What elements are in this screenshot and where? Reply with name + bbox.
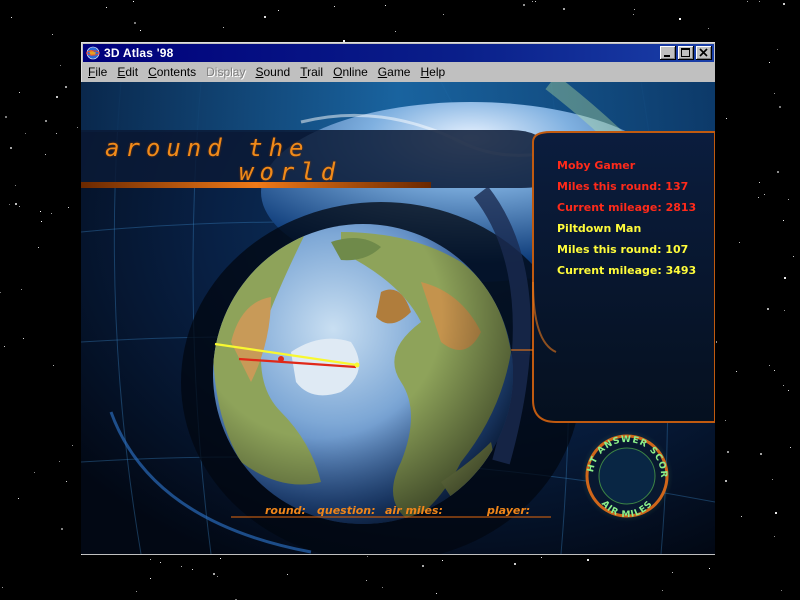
globe[interactable]	[213, 222, 513, 524]
maximize-button[interactable]	[678, 46, 694, 60]
title-bar[interactable]: 3D Atlas '98	[83, 44, 714, 62]
player2-current-mileage: Current mileage: 3493	[557, 264, 697, 277]
menu-game[interactable]: Game	[373, 63, 416, 82]
minimize-button[interactable]	[660, 46, 676, 60]
air-miles-label: air miles:	[385, 504, 443, 517]
menu-trail[interactable]: Trail	[295, 63, 328, 82]
question-label: question:	[317, 504, 376, 517]
globe-app-icon	[86, 46, 100, 60]
close-icon	[699, 48, 708, 57]
menu-bar: File Edit Contents Display Sound Trail O…	[83, 63, 714, 82]
menu-sound[interactable]: Sound	[250, 63, 295, 82]
player2-name: Piltdown Man	[557, 222, 642, 235]
player1-miles-round: Miles this round: 137	[557, 180, 689, 193]
menu-file[interactable]: File	[83, 63, 112, 82]
maximize-icon	[681, 48, 690, 57]
round-label: round:	[265, 504, 306, 517]
menu-help[interactable]: Help	[415, 63, 450, 82]
window-title: 3D Atlas '98	[104, 46, 174, 60]
game-area: RIGHT ANSWER SCORES AIR MILES around the…	[81, 82, 715, 554]
menu-display[interactable]: Display	[201, 63, 250, 82]
player1-current-mileage: Current mileage: 2813	[557, 201, 697, 214]
player2-miles-round: Miles this round: 107	[557, 243, 689, 256]
menu-online[interactable]: Online	[328, 63, 373, 82]
game-title-line2: world	[239, 158, 342, 186]
player1-name: Moby Gamer	[557, 159, 636, 172]
player-label: player:	[487, 504, 531, 517]
player-scores: Moby Gamer Miles this round: 137 Current…	[557, 158, 707, 284]
minimize-icon	[664, 55, 670, 57]
menu-contents[interactable]: Contents	[143, 63, 201, 82]
close-button[interactable]	[696, 46, 712, 60]
menu-edit[interactable]: Edit	[112, 63, 143, 82]
